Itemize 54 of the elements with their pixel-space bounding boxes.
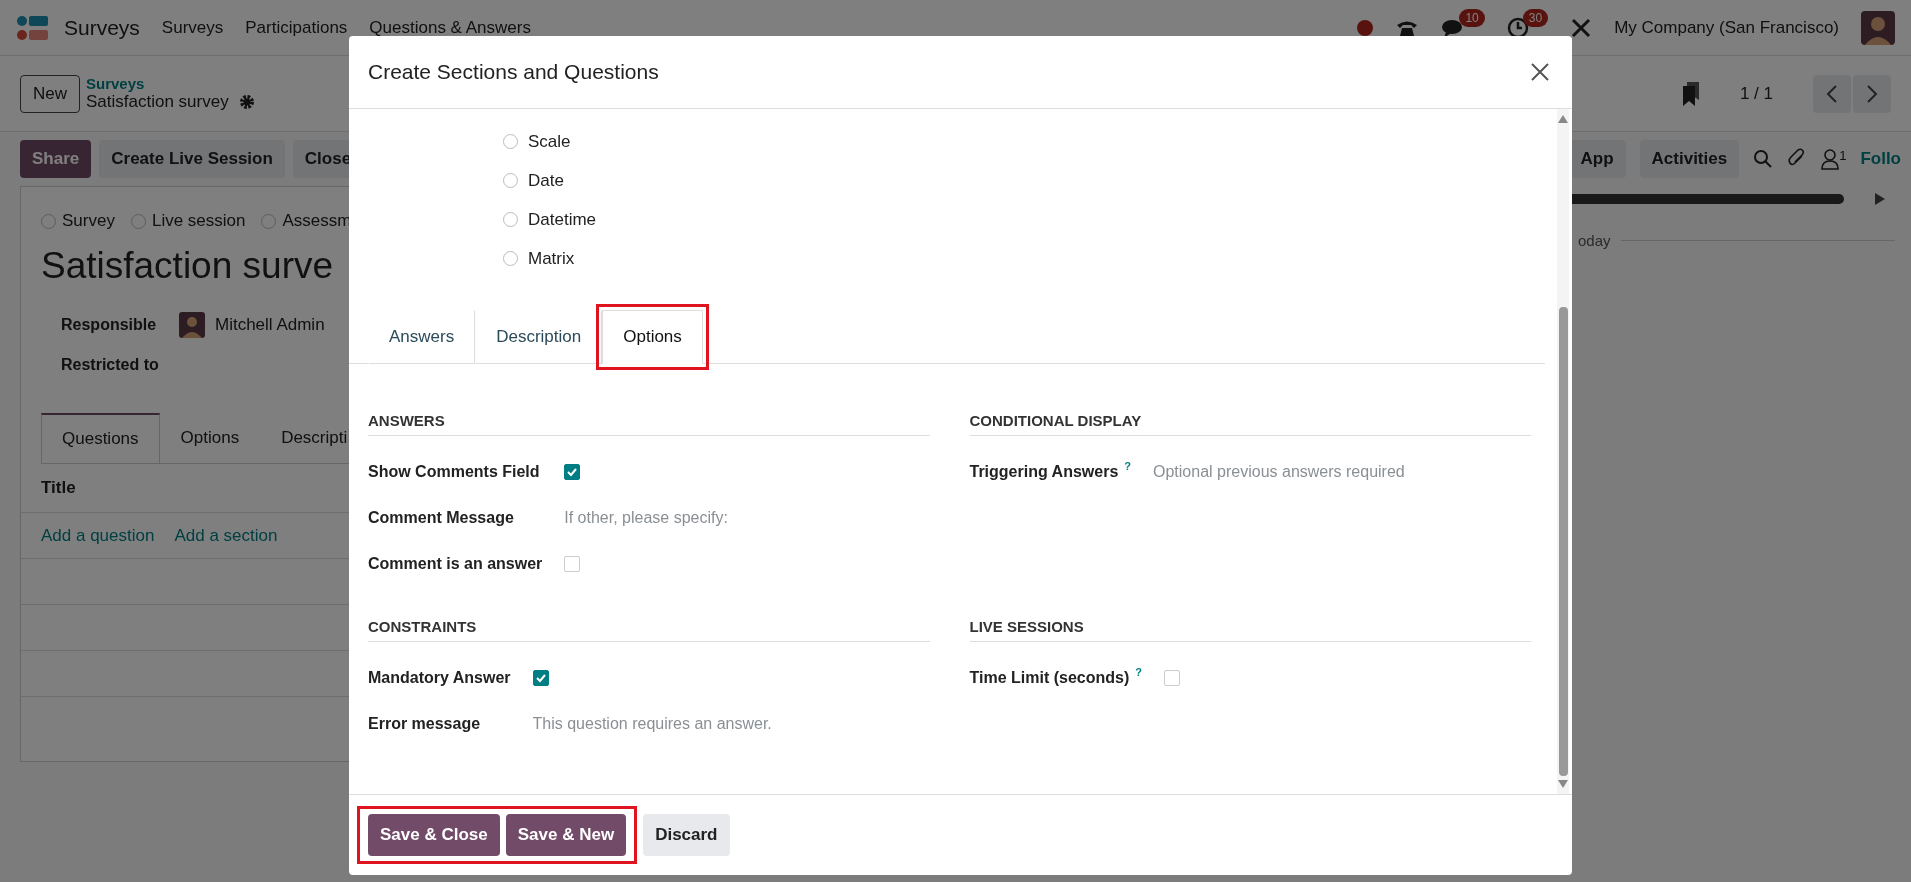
text-field[interactable]: This question requires an answer. xyxy=(532,711,930,737)
follower-count: 1 xyxy=(1839,148,1847,163)
radio-label[interactable]: Matrix xyxy=(528,248,575,269)
help-tooltip[interactable]: ? xyxy=(1135,666,1142,678)
section-heading: ANSWERS xyxy=(368,412,930,436)
dialog-title: Create Sections and Questions xyxy=(368,60,659,84)
record-name: Satisfaction survey xyxy=(86,92,229,112)
text-field[interactable]: Optional previous answers required xyxy=(1153,459,1531,485)
follow-link[interactable]: Follo xyxy=(1860,149,1901,169)
radio-label[interactable]: Date xyxy=(528,170,564,191)
add-link[interactable]: Add a question xyxy=(41,525,155,546)
field-label: Time Limit (seconds) xyxy=(969,669,1130,687)
dialog-button[interactable]: Discard xyxy=(643,814,730,856)
radio-label[interactable]: Datetime xyxy=(528,209,597,230)
dialog-tab[interactable]: Description xyxy=(475,310,603,364)
breadcrumb-link[interactable]: Surveys xyxy=(86,75,255,92)
section-heading: CONSTRAINTS xyxy=(368,618,930,642)
field-label: Comment is an answer xyxy=(368,555,543,573)
radio-label[interactable]: Live session xyxy=(151,211,246,231)
app-name[interactable]: Surveys xyxy=(64,15,140,40)
company-switcher[interactable]: My Company (San Francisco) xyxy=(1614,17,1839,38)
help-tooltip[interactable]: ? xyxy=(1124,460,1131,472)
action-button[interactable]: Share xyxy=(20,140,92,178)
activity-count-badge: 30 xyxy=(1522,8,1549,27)
field-label: Restricted to xyxy=(61,356,160,374)
radio-label[interactable]: Assessm xyxy=(282,211,352,231)
user-name[interactable]: Mitchell Admin xyxy=(215,315,325,335)
column-header[interactable]: Title xyxy=(41,478,76,497)
radio-label[interactable]: Survey xyxy=(62,211,115,231)
action-button[interactable]: Create Live Session xyxy=(99,140,285,178)
menu-item[interactable]: Participations xyxy=(245,17,348,38)
field-label: Show Comments Field xyxy=(368,463,540,481)
form-tab[interactable]: Questions xyxy=(41,413,160,463)
text-field[interactable]: If other, please specify: xyxy=(564,505,930,531)
radio-label[interactable]: Scale xyxy=(528,131,571,152)
pager-value[interactable]: 1 / 1 xyxy=(1739,83,1773,104)
section-heading: CONDITIONAL DISPLAY xyxy=(969,412,1531,436)
message-count-badge: 10 xyxy=(1459,8,1485,27)
menu-item[interactable]: Surveys xyxy=(161,17,224,38)
field-label: Comment Message xyxy=(368,509,514,527)
chatter-button[interactable]: Activities xyxy=(1639,140,1740,178)
menu-item[interactable]: Questions & Answers xyxy=(369,17,531,38)
dialog-button[interactable]: Save & New xyxy=(505,814,627,856)
add-link[interactable]: Add a section xyxy=(174,525,278,546)
dialog-button[interactable]: Save & Close xyxy=(368,814,500,856)
dialog-tab[interactable]: Answers xyxy=(368,310,476,364)
form-tab[interactable]: Options xyxy=(159,413,261,463)
date-separator: oday xyxy=(1578,232,1611,249)
field-label: Triggering Answers xyxy=(969,463,1119,481)
field-label: Mandatory Answer xyxy=(368,669,511,687)
section-heading: LIVE SESSIONS xyxy=(969,618,1531,642)
field-label: Responsible xyxy=(61,316,158,334)
field-label: Error message xyxy=(368,715,481,733)
new-button[interactable]: New xyxy=(20,74,80,113)
